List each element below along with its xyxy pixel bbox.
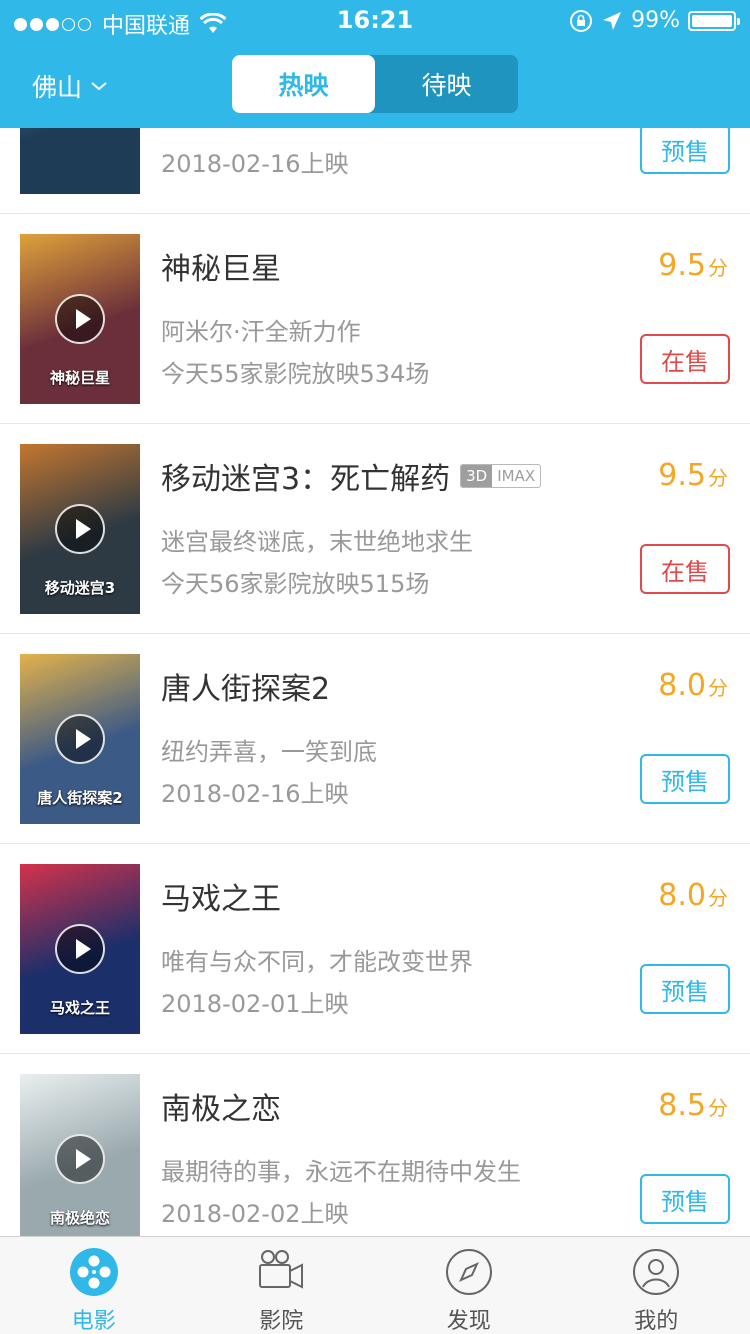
ticket-button[interactable]: 预售 — [640, 754, 730, 804]
movie-title: 南极之恋 — [161, 1084, 281, 1128]
battery-percent: 99% — [631, 8, 680, 33]
compass-icon — [443, 1247, 495, 1297]
city-name: 佛山 — [32, 73, 83, 102]
movie-poster[interactable]: 神秘巨星 — [20, 234, 140, 404]
play-icon[interactable] — [55, 1134, 105, 1184]
movie-poster[interactable]: 移动迷宫3 — [20, 444, 140, 614]
play-icon[interactable] — [55, 714, 105, 764]
movie-list-content: 2018-02-16上映 预售 神秘巨星 神秘巨星 9.5 分 阿米尔·汗全新力作… — [0, 128, 750, 1236]
movie-tagline: 纽约弄喜，一笑到底 — [161, 738, 377, 766]
poster-title: 唐人街探案2 — [37, 789, 123, 807]
movie-row[interactable]: 唐人街探案2 唐人街探案2 8.0 分 纽约弄喜，一笑到底 2018-02-16上… — [0, 634, 750, 844]
poster-title: 马戏之王 — [49, 999, 110, 1017]
play-icon[interactable] — [55, 924, 105, 974]
movie-showing-info: 2018-02-01上映 — [161, 990, 349, 1018]
movie-showing-info: 今天55家影院放映534场 — [161, 360, 430, 388]
score-value: 8.0 — [658, 668, 706, 703]
movie-row[interactable]: 神秘巨星 神秘巨星 9.5 分 阿米尔·汗全新力作 今天55家影院放映534场 在… — [0, 214, 750, 424]
video-camera-icon — [255, 1247, 307, 1297]
movie-showing-info: 今天56家影院放映515场 — [161, 570, 430, 598]
tab-label: 我的 — [634, 1309, 679, 1334]
movie-row[interactable]: 2018-02-16上映 预售 — [0, 128, 750, 214]
tab-movies[interactable]: 电影 — [0, 1237, 188, 1334]
battery-icon — [688, 10, 740, 31]
chevron-down-icon — [91, 82, 107, 91]
play-icon[interactable] — [55, 504, 105, 554]
poster-title: 移动迷宫3 — [44, 579, 116, 597]
movie-tagline: 唯有与众不同，才能改变世界 — [161, 948, 473, 976]
movie-poster[interactable]: 唐人街探案2 — [20, 654, 140, 824]
movie-showing-info: 2018-02-16上映 — [161, 780, 349, 808]
tab-now-showing[interactable]: 热映 — [232, 55, 375, 113]
movie-title-text: 神秘巨星 — [161, 252, 281, 287]
score-value: 8.0 — [658, 878, 706, 913]
showing-toggle: 热映 待映 — [232, 55, 518, 113]
tag-imax: IMAX — [497, 467, 536, 485]
play-icon[interactable] — [55, 294, 105, 344]
movie-title: 马戏之王 — [161, 874, 281, 918]
movie-title-text: 马戏之王 — [161, 882, 281, 917]
movie-title: 移动迷宫3：死亡解药 3D IMAX — [161, 454, 542, 498]
movie-showing-info: 2018-02-02上映 — [161, 1200, 349, 1228]
movie-row[interactable]: 南极绝恋 南极之恋 8.5 分 最期待的事，永远不在期待中发生 2018-02-0… — [0, 1054, 750, 1236]
tab-discover[interactable]: 发现 — [375, 1237, 563, 1334]
battery-fill — [692, 14, 732, 27]
tag-3d: 3D — [461, 465, 493, 487]
movie-score: 9.5 分 — [658, 458, 728, 493]
movie-title: 唐人街探案2 — [161, 664, 330, 708]
tab-cinemas[interactable]: 影院 — [188, 1237, 376, 1334]
movie-title-text: 移动迷宫3：死亡解药 — [161, 462, 451, 497]
movie-score: 9.5 分 — [658, 248, 728, 283]
poster-title: 南极绝恋 — [49, 1209, 110, 1227]
score-unit: 分 — [708, 466, 728, 490]
movie-score: 8.0 分 — [658, 878, 728, 913]
user-icon — [630, 1247, 682, 1297]
tab-label: 电影 — [71, 1309, 116, 1334]
orientation-lock-icon — [570, 9, 593, 32]
movie-showing-info: 2018-02-16上映 — [161, 150, 349, 178]
status-bar: 中国联通 16:21 99% — [0, 0, 750, 40]
movie-poster[interactable]: 南极绝恋 — [20, 1074, 140, 1236]
city-selector[interactable]: 佛山 — [32, 68, 108, 104]
movie-tagline: 阿米尔·汗全新力作 — [161, 318, 361, 346]
movie-title: 神秘巨星 — [161, 244, 281, 288]
score-unit: 分 — [708, 256, 728, 280]
ticket-button[interactable]: 预售 — [640, 1174, 730, 1224]
movie-tagline: 最期待的事，永远不在期待中发生 — [161, 1158, 521, 1186]
score-unit: 分 — [708, 1096, 728, 1120]
movie-score: 8.5 分 — [658, 1088, 728, 1123]
movie-row[interactable]: 移动迷宫3 移动迷宫3：死亡解药 3D IMAX 9.5 分 迷宫最终谜底，末世绝地… — [0, 424, 750, 634]
ticket-button[interactable]: 在售 — [640, 544, 730, 594]
score-value: 8.5 — [658, 1088, 706, 1123]
tab-label: 发现 — [446, 1309, 491, 1334]
location-arrow-icon — [603, 11, 622, 30]
poster-title: 神秘巨星 — [49, 369, 110, 387]
bottom-tab-bar: 电影 影院 发现 我的 — [0, 1236, 750, 1334]
app-header: 中国联通 16:21 99% 佛山 热映 待映 — [0, 0, 750, 128]
movie-score: 8.0 分 — [658, 668, 728, 703]
score-value: 9.5 — [658, 248, 706, 283]
format-tags: 3D IMAX — [460, 464, 542, 488]
score-value: 9.5 — [658, 458, 706, 493]
movie-tagline: 迷宫最终谜底，末世绝地求生 — [161, 528, 473, 556]
ticket-button[interactable]: 预售 — [640, 964, 730, 1014]
movie-poster[interactable]: 马戏之王 — [20, 864, 140, 1034]
score-unit: 分 — [708, 886, 728, 910]
movie-title-text: 唐人街探案2 — [161, 672, 331, 707]
movie-row[interactable]: 马戏之王 马戏之王 8.0 分 唯有与众不同，才能改变世界 2018-02-01上… — [0, 844, 750, 1054]
tab-profile[interactable]: 我的 — [563, 1237, 750, 1334]
tab-coming-soon[interactable]: 待映 — [375, 55, 518, 113]
tab-label: 影院 — [259, 1309, 304, 1334]
score-unit: 分 — [708, 676, 728, 700]
film-reel-icon — [68, 1247, 120, 1297]
movie-list[interactable]: 2018-02-16上映 预售 神秘巨星 神秘巨星 9.5 分 阿米尔·汗全新力作… — [0, 128, 750, 1236]
status-right: 99% — [569, 8, 740, 33]
movie-poster[interactable] — [20, 128, 140, 194]
ticket-button[interactable]: 在售 — [640, 334, 730, 384]
ticket-button[interactable]: 预售 — [640, 128, 730, 174]
movie-title-text: 南极之恋 — [161, 1092, 281, 1127]
